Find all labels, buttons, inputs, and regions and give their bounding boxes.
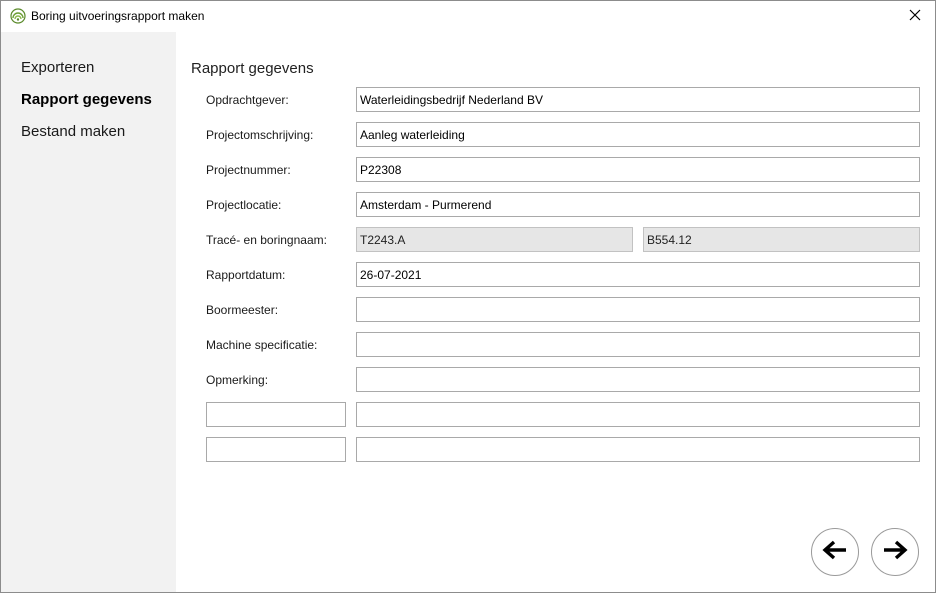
trace-name-field <box>356 227 633 252</box>
custom-field-1-name[interactable] <box>206 402 346 427</box>
main-content: Rapport gegevens Opdrachtgever: Projecto… <box>176 32 935 592</box>
trace-boringnaam-label: Tracé- en boringnaam: <box>206 233 327 247</box>
arrow-right-icon <box>882 540 908 565</box>
boormeester-label: Boormeester: <box>206 303 279 317</box>
projectlocatie-field[interactable] <box>356 192 920 217</box>
boring-name-field <box>643 227 920 252</box>
projectnummer-field[interactable] <box>356 157 920 182</box>
boormeester-field[interactable] <box>356 297 920 322</box>
custom-field-1-value[interactable] <box>356 402 920 427</box>
opdrachtgever-field[interactable] <box>356 87 920 112</box>
machine-specificatie-label: Machine specificatie: <box>206 338 318 352</box>
machine-specificatie-field[interactable] <box>356 332 920 357</box>
arrow-left-icon <box>822 540 848 565</box>
sidebar-item-rapport-gegevens[interactable]: Rapport gegevens <box>21 91 152 108</box>
sidebar-item-bestand-maken[interactable]: Bestand maken <box>21 123 125 140</box>
section-title: Rapport gegevens <box>191 60 314 77</box>
projectomschrijving-label: Projectomschrijving: <box>206 128 314 142</box>
custom-field-2-name[interactable] <box>206 437 346 462</box>
sidebar-item-exporteren[interactable]: Exporteren <box>21 59 94 76</box>
custom-field-2-value[interactable] <box>356 437 920 462</box>
rapportdatum-label: Rapportdatum: <box>206 268 286 282</box>
next-button[interactable] <box>871 528 919 576</box>
window-title: Boring uitvoeringsrapport maken <box>31 9 205 23</box>
sidebar: Exporteren Rapport gegevens Bestand make… <box>1 32 176 592</box>
projectnummer-label: Projectnummer: <box>206 163 291 177</box>
rapportdatum-field[interactable] <box>356 262 920 287</box>
projectlocatie-label: Projectlocatie: <box>206 198 282 212</box>
opmerking-field[interactable] <box>356 367 920 392</box>
back-button[interactable] <box>811 528 859 576</box>
title-bar: Boring uitvoeringsrapport maken <box>1 1 935 32</box>
opmerking-label: Opmerking: <box>206 373 269 387</box>
app-window: Boring uitvoeringsrapport maken Exporter… <box>0 0 936 593</box>
close-icon <box>909 8 921 26</box>
close-button[interactable] <box>895 1 935 32</box>
opdrachtgever-label: Opdrachtgever: <box>206 93 289 107</box>
drill-logo-icon <box>10 8 26 24</box>
projectomschrijving-field[interactable] <box>356 122 920 147</box>
